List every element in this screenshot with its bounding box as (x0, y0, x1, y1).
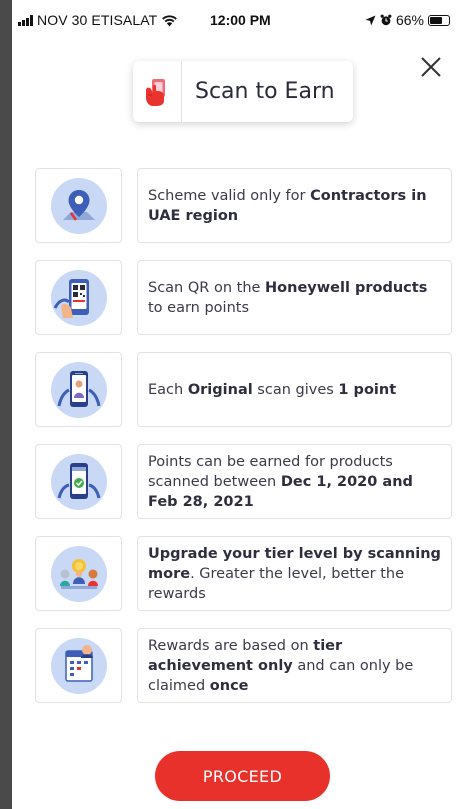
rule-text: Points can be earned for products scanne… (137, 444, 452, 519)
status-left: NOV 30 ETISALAT (18, 12, 178, 28)
calendar-phone-icon (50, 453, 107, 510)
wifi-icon (162, 14, 178, 26)
close-icon[interactable] (416, 52, 446, 82)
rule-icon-box (35, 536, 122, 611)
rule-text-regular: Scan QR on the (148, 279, 266, 296)
rule-text-regular: Rewards are based on (148, 637, 314, 654)
app-screen: NOV 30 ETISALAT 12:00 PM 66% Scan to Ear… (12, 0, 456, 809)
rule-icon-box (35, 444, 122, 519)
rule-text-bold: once (209, 677, 249, 694)
rule-text-content: Rewards are based on tier achievement on… (148, 636, 441, 696)
scan-qr-icon (50, 269, 107, 326)
rule-text-regular: scan gives (252, 381, 339, 398)
rule-text: Upgrade your tier level by scanning more… (137, 536, 452, 611)
rule-text-content: Each Original scan gives 1 point (148, 380, 396, 400)
title-icon-container (133, 61, 182, 122)
battery-fill (430, 16, 442, 24)
rule-text: Each Original scan gives 1 point (137, 352, 452, 427)
rule-icon-box (35, 168, 122, 243)
location-pin-icon (50, 177, 107, 234)
status-bar: NOV 30 ETISALAT 12:00 PM 66% (12, 0, 456, 40)
rule-icon-box (35, 352, 122, 427)
battery-icon (428, 14, 450, 26)
rule-text: Scheme valid only for Contractors in UAE… (137, 168, 452, 243)
proceed-button[interactable]: PROCEED (155, 751, 330, 801)
tier-medals-icon (50, 545, 107, 602)
carrier-label: NOV 30 ETISALAT (37, 12, 158, 28)
location-arrow-icon (365, 15, 376, 25)
battery-percent: 66% (395, 12, 424, 28)
signal-icon (18, 14, 33, 26)
rule-text: Scan QR on the Honeywell products to ear… (137, 260, 452, 335)
status-right: 66% (365, 12, 450, 28)
rule-text-content: Scheme valid only for Contractors in UAE… (148, 186, 441, 226)
rewards-calendar-icon (50, 637, 107, 694)
rule-text: Rewards are based on tier achievement on… (137, 628, 452, 703)
alarm-icon (380, 14, 392, 26)
rule-text-content: Scan QR on the Honeywell products to ear… (148, 278, 441, 318)
rule-text-regular: Each (148, 381, 188, 398)
title-card: Scan to Earn (133, 61, 353, 122)
rule-text-content: Points can be earned for products scanne… (148, 452, 441, 512)
rule-text-regular: Scheme valid only for (148, 187, 311, 204)
rule-text-bold: Original (187, 381, 253, 398)
rule-text-bold: 1 point (338, 381, 397, 398)
rule-icon-box (35, 260, 122, 335)
hand-scan-icon (146, 78, 165, 106)
phone-scan-icon (50, 361, 107, 418)
rule-text-bold: Honeywell products (265, 279, 428, 296)
rule-text-content: Upgrade your tier level by scanning more… (148, 544, 441, 604)
rule-text-regular: to earn points (148, 299, 250, 316)
status-time: 12:00 PM (210, 12, 271, 28)
page-title: Scan to Earn (195, 79, 335, 104)
rule-icon-box (35, 628, 122, 703)
